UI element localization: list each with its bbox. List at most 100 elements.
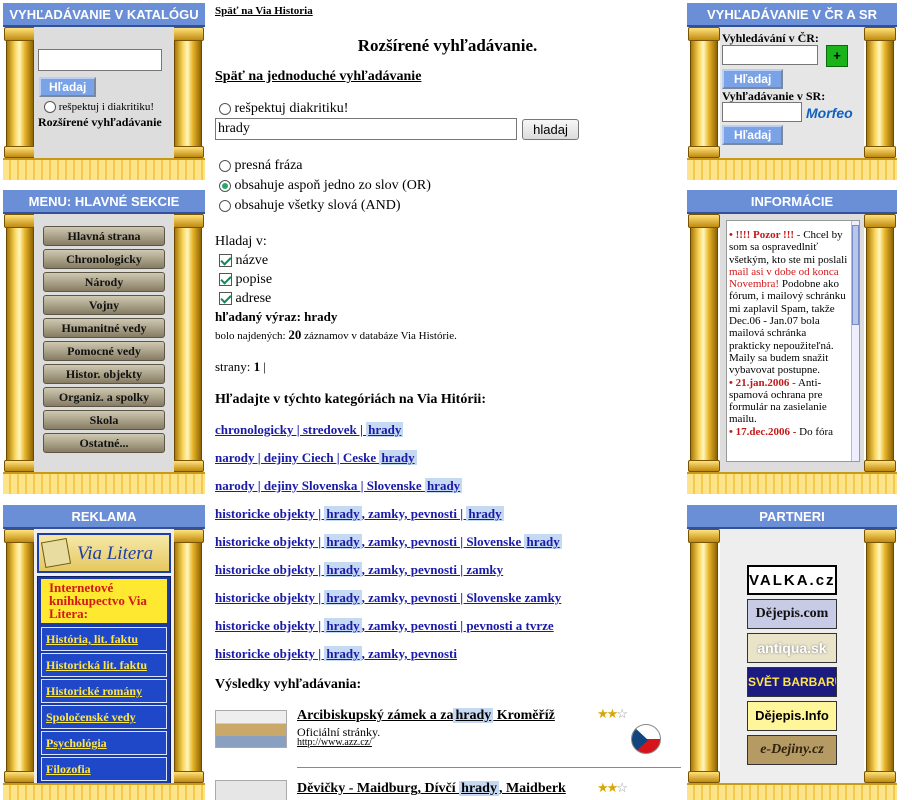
info-scroll-box[interactable]: • !!!! Pozor !!! - Chcel by som sa ospra…	[726, 220, 860, 462]
bookshop-link-philosophy[interactable]: Filozofia	[41, 757, 167, 781]
mode-option-phrase[interactable]: presná fráza	[219, 158, 303, 174]
column-right	[172, 27, 204, 158]
bookshop-link-social-sciences[interactable]: Spoločenské vedy	[41, 705, 167, 729]
bookshop-title: Internetové knihkupectvo Via Litera:	[41, 579, 167, 623]
category-path: historicke objekty |	[215, 506, 325, 521]
panel-base	[687, 783, 897, 800]
info-entry-text: Do fóra	[799, 425, 834, 438]
advanced-search-link[interactable]: Rozšírené vyhľadávanie	[38, 115, 162, 130]
expression-label: hľadaný výraz:	[215, 309, 301, 324]
category-link[interactable]: historicke objekty | hrady, zamky, pevno…	[215, 534, 562, 550]
partner-valka[interactable]: VALKA.cz	[747, 565, 837, 595]
mode-radio-or[interactable]	[219, 179, 231, 192]
menu-item-chronology[interactable]: Chronologicky	[43, 249, 165, 269]
bookshop-link-historical-novels[interactable]: Historické romány	[41, 679, 167, 703]
cz-search-label: Vyhledávání v ČR:	[722, 31, 819, 45]
info-scrollbar[interactable]	[851, 221, 859, 461]
main-menu-panel: MENU: HLAVNÉ SEKCIE Hlavná strana Chrono…	[3, 190, 205, 494]
cz-search-input[interactable]	[722, 45, 818, 65]
field-option-name[interactable]: názve	[219, 253, 268, 269]
mode-option-or[interactable]: obsahuje aspoň jedno zo slov (OR)	[219, 178, 431, 194]
catalog-search-input[interactable]	[38, 49, 162, 71]
back-to-via-historia-link[interactable]: Späť na Via Historia	[215, 5, 313, 17]
category-highlight: hrady	[379, 450, 417, 465]
mode-label-or: obsahuje aspoň jedno zo slov (OR)	[234, 178, 431, 193]
categories-heading: Hľadajte v týchto kategóriách na Via Hit…	[215, 392, 486, 407]
bookshop-link-history[interactable]: História, lit. faktu	[41, 627, 167, 651]
result-thumbnail[interactable]	[215, 710, 287, 748]
sk-search-input[interactable]	[722, 102, 802, 122]
mode-radio-and[interactable]	[219, 199, 231, 212]
result-thumbnail[interactable]	[215, 780, 287, 800]
partner-svet-barbaru[interactable]: SVĚT BARBARŮ	[747, 667, 837, 697]
result-title[interactable]: Děvičky - Maidburg, Dívčí hrady, Maidber…	[297, 781, 566, 797]
partner-dejepis-info[interactable]: Dějepis.Info	[747, 701, 837, 731]
field-label-address: adrese	[235, 291, 272, 306]
menu-item-organizations[interactable]: Organiz. a spolky	[43, 387, 165, 407]
field-checkbox-address[interactable]	[219, 292, 232, 306]
column-left	[4, 27, 36, 158]
category-link[interactable]: historicke objekty | hrady, zamky, pevno…	[215, 646, 457, 662]
partner-e-dejiny[interactable]: e-Dejiny.cz	[747, 735, 837, 765]
simple-search-link[interactable]: Späť na jednoduché vyhľadávanie	[215, 69, 421, 85]
field-label-name: názve	[235, 253, 269, 268]
result-url[interactable]: http://www.azz.cz/	[297, 737, 372, 748]
bookshop-link-psychology[interactable]: Psychológia	[41, 731, 167, 755]
diacritics-option[interactable]: rešpektuj diakritiku!	[219, 101, 348, 117]
field-checkbox-description[interactable]	[219, 273, 232, 287]
category-link[interactable]: historicke objekty | hrady, zamky, pevno…	[215, 506, 504, 522]
category-highlight: hrady	[324, 534, 362, 549]
result-title-highlight: hrady	[459, 781, 499, 796]
mode-option-and[interactable]: obsahuje všetky slová (AND)	[219, 198, 401, 214]
category-link[interactable]: chronologicky | stredovek | hrady	[215, 422, 404, 438]
menu-item-humanities[interactable]: Humanitné vedy	[43, 318, 165, 338]
morfeo-logo[interactable]: Morfeo	[806, 105, 853, 121]
via-litera-logo[interactable]: Via Litera	[37, 533, 171, 573]
menu-item-wars[interactable]: Vojny	[43, 295, 165, 315]
menu-item-objects[interactable]: Histor. objekty	[43, 364, 165, 384]
result-title-text: Děvičky - Maidburg, Dívčí	[297, 781, 460, 796]
query-input[interactable]	[215, 118, 517, 140]
star-icon: ★	[597, 780, 609, 795]
page-title: Rozšírené vyhľadávanie.	[357, 36, 538, 55]
field-option-description[interactable]: popise	[219, 272, 272, 288]
result-title-text-end: Kroměříž	[493, 708, 555, 723]
partner-antiqua[interactable]: antiqua.sk	[747, 633, 837, 663]
sk-search-button[interactable]: Hľadaj	[722, 125, 784, 145]
column-right	[864, 529, 896, 783]
page-link-1[interactable]: 1	[254, 359, 261, 374]
menu-item-nations[interactable]: Národy	[43, 272, 165, 292]
diacritics-radio[interactable]	[219, 102, 231, 115]
catalog-diacritics-radio[interactable]	[44, 101, 56, 114]
category-link[interactable]: historicke objekty | hrady, zamky, pevno…	[215, 590, 561, 606]
result-title[interactable]: Arcibiskupský zámek a za hrady Kroměříž	[297, 708, 555, 724]
catalog-search-button[interactable]: Hľadaj	[39, 77, 97, 97]
menu-item-other[interactable]: Ostatné...	[43, 433, 165, 453]
category-path: historicke objekty |	[215, 534, 325, 549]
menu-item-school[interactable]: Skola	[43, 410, 165, 430]
result-rating: ★★☆	[597, 780, 628, 796]
query-search-button[interactable]: hladaj	[522, 119, 579, 140]
partners-body: VALKA.cz Dějepis.com antiqua.sk SVĚT BAR…	[720, 529, 864, 783]
info-entry: • 21.jan.2006 - Anti-spamová ochrana pre…	[729, 377, 848, 426]
category-link[interactable]: historicke objekty | hrady, zamky, pevno…	[215, 618, 554, 634]
category-link[interactable]: narody | dejiny Ciech | Ceske hrady	[215, 450, 417, 466]
bookshop-link-historical-lit[interactable]: Historická lit. faktu	[41, 653, 167, 677]
category-path-end: , zamky, pevnosti | pevnosti a tvrze	[361, 618, 554, 633]
category-link[interactable]: narody | dejiny Slovenska | Slovenske hr…	[215, 478, 463, 494]
partner-dejepis-com[interactable]: Dějepis.com	[747, 599, 837, 629]
category-highlight: hrady	[524, 534, 562, 549]
category-highlight: hrady	[324, 562, 362, 577]
field-option-address[interactable]: adrese	[219, 291, 271, 307]
field-checkbox-name[interactable]	[219, 254, 232, 268]
mode-label-and: obsahuje všetky slová (AND)	[234, 198, 401, 213]
mode-radio-phrase[interactable]	[219, 159, 231, 172]
menu-item-auxiliary[interactable]: Pomocné vedy	[43, 341, 165, 361]
result-title-text-end: , Maidberk	[498, 781, 566, 796]
category-link[interactable]: historicke objekty | hrady, zamky, pevno…	[215, 562, 503, 578]
menu-item-home[interactable]: Hlavná strana	[43, 226, 165, 246]
catalog-diacritics-option[interactable]: rešpektuj i diakritiku!	[44, 101, 154, 114]
info-entry-date: • !!!! Pozor !!! -	[729, 229, 801, 241]
main-menu-title: MENU: HLAVNÉ SEKCIE	[3, 190, 205, 214]
cz-search-button[interactable]: Hľadaj	[722, 69, 784, 89]
